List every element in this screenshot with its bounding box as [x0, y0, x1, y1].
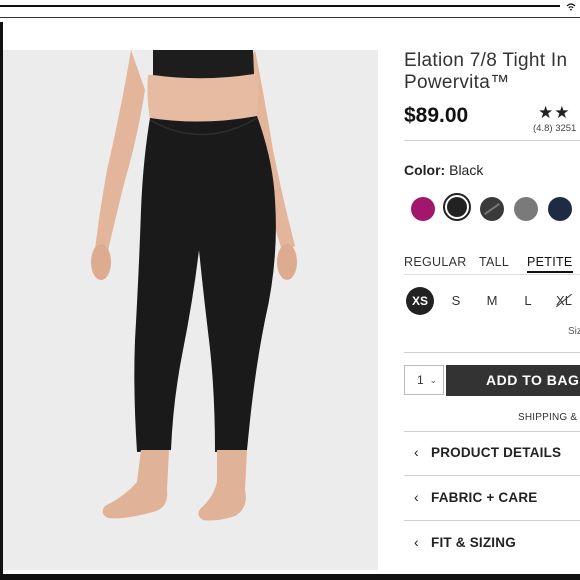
chevron-left-icon: ‹ — [414, 489, 419, 505]
star-rating-icon[interactable]: ★★ — [538, 103, 570, 123]
top-divider — [0, 17, 580, 18]
product-image[interactable] — [3, 50, 378, 570]
product-title: Elation 7/8 Tight In Powervita™ — [404, 50, 568, 93]
accordion-label: PRODUCT DETAILS — [431, 445, 562, 460]
divider — [404, 140, 580, 141]
divider — [404, 352, 580, 353]
swatch-grey-heather[interactable] — [514, 197, 538, 221]
review-count: 3251 — [555, 123, 577, 134]
size-s[interactable]: S — [442, 287, 470, 315]
accordion-fit-sizing[interactable]: ‹ FIT & SIZING — [404, 521, 580, 565]
accordion-product-details[interactable]: ‹ PRODUCT DETAILS — [404, 431, 580, 475]
size-l[interactable]: L — [514, 287, 542, 315]
add-to-bag-button[interactable]: ADD TO BAG — [446, 365, 580, 396]
chevron-left-icon: ‹ — [414, 444, 419, 460]
rating-value: (4.8) — [533, 123, 553, 134]
quantity-value: 1 — [417, 373, 424, 387]
size-chart-link[interactable]: Siz — [568, 326, 580, 337]
accordion-label: FABRIC + CARE — [431, 490, 538, 505]
status-bar — [0, 0, 580, 22]
product-info-panel: Elation 7/8 Tight In Powervita™ $89.00 ★… — [404, 50, 580, 574]
fit-tabs-rule — [404, 274, 580, 275]
chevron-down-icon: ⌄ — [429, 375, 437, 385]
bottom-bar — [0, 574, 580, 580]
tab-tall[interactable]: TALL — [479, 255, 509, 269]
color-value: Black — [449, 162, 484, 178]
review-summary[interactable]: (4.8) 3251 — [533, 123, 576, 134]
color-label: Color: — [404, 162, 446, 178]
size-m[interactable]: M — [478, 287, 506, 315]
chevron-left-icon: ‹ — [414, 534, 419, 550]
tab-regular[interactable]: REGULAR — [404, 255, 467, 269]
top-rule — [0, 5, 560, 7]
swatch-berry[interactable] — [411, 197, 435, 221]
size-xl[interactable]: XL — [550, 287, 578, 315]
accordion-label: FIT & SIZING — [431, 535, 516, 550]
swatch-navy[interactable] — [548, 197, 572, 221]
color-selector-label: Color: Black — [404, 162, 483, 178]
swatch-black-heather[interactable] — [480, 197, 504, 221]
swatch-black[interactable] — [443, 193, 471, 221]
product-price: $89.00 — [404, 104, 469, 127]
tab-petite[interactable]: PETITE — [527, 255, 573, 273]
quantity-select[interactable]: 1 ⌄ — [404, 365, 444, 395]
accordion-fabric-care[interactable]: ‹ FABRIC + CARE — [404, 476, 580, 520]
wifi-icon — [566, 3, 576, 13]
size-xs[interactable]: XS — [406, 287, 434, 315]
shipping-link[interactable]: SHIPPING & I — [518, 412, 580, 423]
